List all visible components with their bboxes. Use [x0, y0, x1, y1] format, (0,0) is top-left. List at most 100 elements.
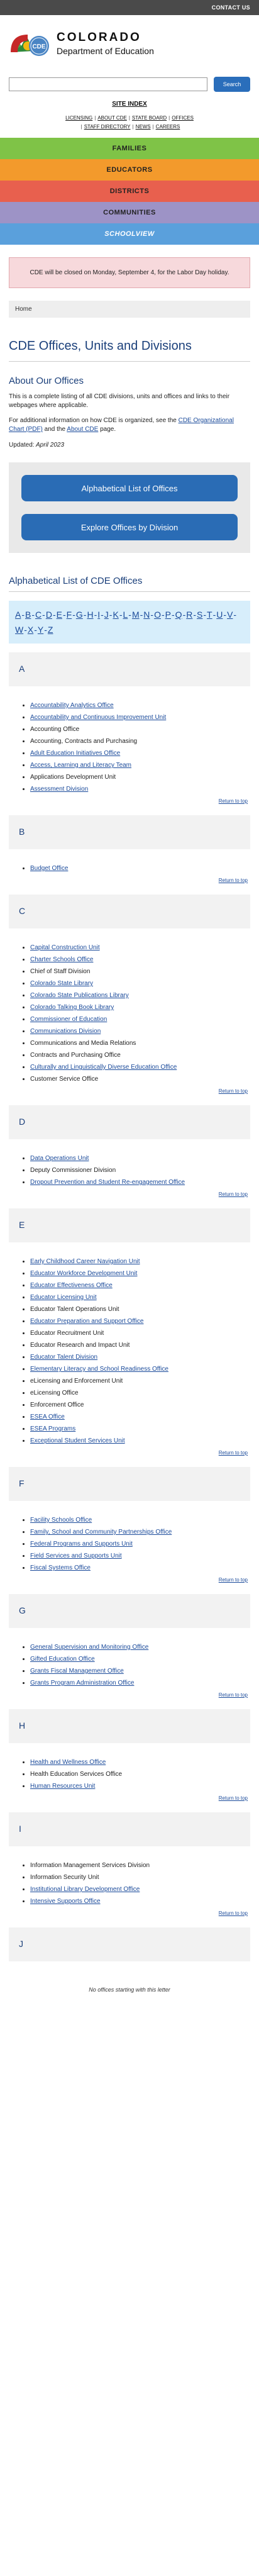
letter-link-a[interactable]: A	[15, 610, 21, 620]
office-link[interactable]: Culturally and Linguistically Diverse Ed…	[30, 1064, 177, 1071]
letter-link-e[interactable]: E	[57, 610, 62, 620]
letter-link-s[interactable]: S	[197, 610, 202, 620]
letter-link-j[interactable]: J	[104, 610, 109, 620]
office-link[interactable]: Educator Workforce Development Unit	[30, 1270, 137, 1277]
return-to-top-link[interactable]: Return to top	[219, 1795, 248, 1801]
letter-link-n[interactable]: N	[143, 610, 150, 620]
breadcrumb-home[interactable]: Home	[15, 306, 32, 313]
nav-item-schoolview[interactable]: SCHOOLVIEW	[0, 223, 259, 245]
office-link[interactable]: Intensive Supports Office	[30, 1898, 101, 1905]
office-link[interactable]: Access, Learning and Literacy Team	[30, 762, 131, 769]
letter-link-v[interactable]: V	[227, 610, 233, 620]
nav-item-districts[interactable]: DISTRICTS	[0, 181, 259, 202]
letter-link-z[interactable]: Z	[48, 625, 53, 635]
office-link[interactable]: Budget Office	[30, 865, 68, 872]
office-link[interactable]: Charter Schools Office	[30, 956, 93, 963]
search-input[interactable]	[9, 77, 207, 91]
utility-link[interactable]: NEWS	[136, 124, 151, 130]
utility-link[interactable]: OFFICES	[172, 115, 194, 121]
letter-link-f[interactable]: F	[67, 610, 72, 620]
letter-link-h[interactable]: H	[87, 610, 93, 620]
office-link[interactable]: Capital Construction Unit	[30, 944, 100, 951]
office-name: Educator Recruitment Unit	[30, 1330, 104, 1337]
search-button[interactable]: Search	[214, 77, 250, 92]
office-link[interactable]: Human Resources Unit	[30, 1783, 95, 1790]
office-link[interactable]: Accountability and Continuous Improvemen…	[30, 714, 166, 721]
office-link[interactable]: General Supervision and Monitoring Offic…	[30, 1644, 148, 1651]
office-link[interactable]: ESEA Programs	[30, 1425, 75, 1432]
letter-link-k[interactable]: K	[113, 610, 118, 620]
letter-link-q[interactable]: Q	[175, 610, 182, 620]
utility-link[interactable]: ABOUT CDE	[97, 115, 127, 121]
alphabetical-list-button[interactable]: Alphabetical List of Offices	[21, 475, 238, 501]
nav-item-families[interactable]: FAMILIES	[0, 138, 259, 159]
letter-link-r[interactable]: R	[186, 610, 192, 620]
office-link[interactable]: Field Services and Supports Unit	[30, 1553, 122, 1559]
return-to-top-link[interactable]: Return to top	[219, 1191, 248, 1197]
utility-link[interactable]: CAREERS	[156, 124, 180, 130]
nav-item-educators[interactable]: EDUCATORS	[0, 159, 259, 181]
letter-link-m[interactable]: M	[132, 610, 140, 620]
office-link[interactable]: Adult Education Initiatives Office	[30, 750, 120, 757]
letter-link-t[interactable]: T	[207, 610, 212, 620]
list-item: Fiscal Systems Office	[30, 1563, 250, 1573]
contact-us-link[interactable]: CONTACT US	[212, 4, 250, 11]
office-link[interactable]: Colorado Talking Book Library	[30, 1004, 114, 1011]
letter-link-l[interactable]: L	[123, 610, 128, 620]
utility-link[interactable]: STAFF DIRECTORY	[84, 124, 131, 130]
about-cde-link[interactable]: About CDE	[67, 426, 98, 433]
letter-link-u[interactable]: U	[216, 610, 223, 620]
letter-link-p[interactable]: P	[165, 610, 171, 620]
office-link[interactable]: Elementary Literacy and School Readiness…	[30, 1366, 168, 1373]
office-link[interactable]: Accountability Analytics Office	[30, 702, 114, 709]
office-link[interactable]: Facility Schools Office	[30, 1517, 92, 1524]
office-name: Information Security Unit	[30, 1874, 99, 1881]
office-link[interactable]: Grants Program Administration Office	[30, 1680, 134, 1687]
return-to-top-link[interactable]: Return to top	[219, 1577, 248, 1583]
office-link[interactable]: Educator Effectiveness Office	[30, 1282, 113, 1289]
office-link[interactable]: Dropout Prevention and Student Re-engage…	[30, 1179, 185, 1186]
letter-link-w[interactable]: W	[15, 625, 23, 635]
letter-link-i[interactable]: I	[97, 610, 100, 620]
office-link[interactable]: Commissioner of Education	[30, 1016, 107, 1023]
return-to-top-link[interactable]: Return to top	[219, 798, 248, 804]
office-link[interactable]: Federal Programs and Supports Unit	[30, 1541, 133, 1547]
office-link[interactable]: Educator Preparation and Support Office	[30, 1318, 143, 1325]
office-link[interactable]: Health and Wellness Office	[30, 1759, 106, 1766]
office-link[interactable]: Data Operations Unit	[30, 1155, 89, 1162]
separator: -	[150, 610, 154, 620]
utility-link[interactable]: STATE BOARD	[132, 115, 167, 121]
office-link[interactable]: Institutional Library Development Office	[30, 1886, 140, 1893]
office-link[interactable]: Early Childhood Career Navigation Unit	[30, 1258, 140, 1265]
letter-link-c[interactable]: C	[35, 610, 41, 620]
explore-by-division-button[interactable]: Explore Offices by Division	[21, 514, 238, 540]
return-to-top-link[interactable]: Return to top	[219, 1450, 248, 1456]
return-to-top-link[interactable]: Return to top	[219, 878, 248, 883]
nav-item-communities[interactable]: COMMUNITIES	[0, 202, 259, 223]
office-link[interactable]: Communications Division	[30, 1028, 101, 1035]
letter-link-g[interactable]: G	[76, 610, 83, 620]
office-link[interactable]: Assessment Division	[30, 786, 88, 793]
office-link[interactable]: Fiscal Systems Office	[30, 1564, 91, 1571]
office-link[interactable]: Exceptional Student Services Unit	[30, 1437, 125, 1444]
cde-logo[interactable]: CDE	[9, 27, 52, 60]
office-link[interactable]: Educator Licensing Unit	[30, 1294, 97, 1301]
letter-link-x[interactable]: X	[28, 625, 33, 635]
office-link[interactable]: Grants Fiscal Management Office	[30, 1668, 124, 1675]
office-link[interactable]: ESEA Office	[30, 1413, 65, 1420]
site-index-link[interactable]: SITE INDEX	[112, 101, 147, 108]
office-link[interactable]: Gifted Education Office	[30, 1656, 95, 1663]
letter-section-a: AAccountability Analytics OfficeAccounta…	[9, 652, 250, 806]
office-link[interactable]: Colorado State Library	[30, 980, 93, 987]
letter-link-y[interactable]: Y	[38, 625, 43, 635]
office-link[interactable]: Family, School and Community Partnership…	[30, 1529, 172, 1536]
letter-link-d[interactable]: D	[46, 610, 52, 620]
letter-link-b[interactable]: B	[25, 610, 31, 620]
return-to-top-link[interactable]: Return to top	[219, 1910, 248, 1916]
utility-link[interactable]: LICENSING	[65, 115, 92, 121]
office-link[interactable]: Colorado State Publications Library	[30, 992, 129, 999]
return-to-top-link[interactable]: Return to top	[219, 1088, 248, 1094]
letter-link-o[interactable]: O	[154, 610, 161, 620]
return-to-top-link[interactable]: Return to top	[219, 1692, 248, 1698]
office-link[interactable]: Educator Talent Division	[30, 1354, 97, 1361]
